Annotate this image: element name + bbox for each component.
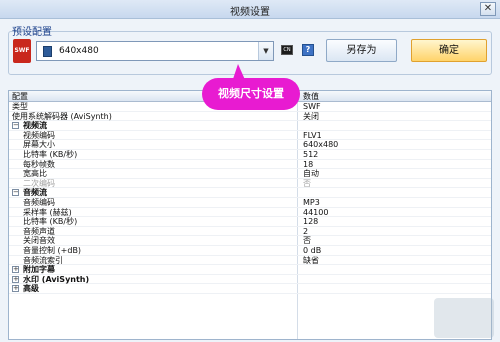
row-label: 使用系统解码器 (AviSynth) (12, 111, 112, 121)
row-value[interactable]: 128 (303, 217, 318, 226)
row-label: 宽高比 (23, 169, 47, 179)
collapse-icon[interactable]: − (12, 122, 19, 130)
grid-row[interactable]: 比特率 (KB/秒) 128 (9, 217, 491, 227)
settings-property-grid: 配置 数值 类型 SWF 使用系统解码器 (AviSynth) 关闭 − 视频流 视频编码 F… (8, 90, 492, 340)
row-value[interactable]: 18 (303, 160, 313, 169)
preset-group-label: 预设配置 (12, 27, 52, 38)
swf-file-icon: SWF (13, 39, 31, 63)
row-label: 水印 (AviSynth) (23, 274, 90, 284)
grid-row[interactable]: 音量控制 (+dB) 0 dB (9, 246, 491, 256)
collapse-icon[interactable]: − (12, 189, 19, 197)
grid-row[interactable]: 二次编码 否 (9, 179, 491, 189)
row-value[interactable]: 否 (303, 179, 311, 188)
grid-section-row[interactable]: + 附加字幕 (9, 265, 491, 275)
row-label: 采样率 (赫兹) (23, 207, 72, 217)
row-label: 高级 (23, 284, 39, 294)
command-line-icon[interactable]: CN (281, 45, 293, 55)
row-label: 音量控制 (+dB) (23, 245, 82, 255)
row-value[interactable]: 512 (303, 150, 318, 159)
grid-section-row[interactable]: + 高级 (9, 284, 491, 294)
close-button[interactable]: ✕ (480, 2, 496, 16)
preset-item-icon (43, 46, 52, 57)
row-value[interactable]: SWF (303, 102, 321, 111)
grid-section-row[interactable]: − 音频流 (9, 188, 491, 198)
grid-row[interactable]: 音频编码 MP3 (9, 198, 491, 208)
row-value[interactable]: 缺省 (303, 256, 319, 265)
row-label: 附加字幕 (23, 265, 55, 275)
annotation-callout: 视频尺寸设置 (202, 78, 300, 110)
grid-row[interactable]: 每秒帧数 18 (9, 160, 491, 170)
row-label: 屏幕大小 (23, 140, 55, 150)
row-label: 音频流索引 (23, 255, 63, 265)
chevron-down-icon[interactable]: ▼ (258, 42, 273, 60)
grid-row[interactable]: 宽高比 自动 (9, 169, 491, 179)
row-value[interactable]: FLV1 (303, 131, 322, 140)
row-label: 音频编码 (23, 197, 55, 207)
grid-row[interactable]: 使用系统解码器 (AviSynth) 关闭 (9, 112, 491, 122)
row-label: 音频声道 (23, 226, 55, 236)
title-bar: 视频设置 ✕ (0, 0, 500, 19)
row-value[interactable]: MP3 (303, 198, 320, 207)
row-label: 比特率 (KB/秒) (23, 149, 78, 159)
row-label: 视频流 (23, 121, 47, 131)
row-label: 比特率 (KB/秒) (23, 217, 78, 227)
preset-dropdown[interactable]: 640x480 ▼ (36, 41, 274, 61)
grid-row[interactable]: 屏幕大小 640x480 (9, 140, 491, 150)
help-icon[interactable]: ? (302, 44, 314, 56)
grid-row[interactable]: 音频声道 2 (9, 227, 491, 237)
row-label: 音频流 (23, 188, 47, 198)
grid-rows: 类型 SWF 使用系统解码器 (AviSynth) 关闭 − 视频流 视频编码 FLV1 屏幕大… (9, 102, 491, 294)
save-as-button[interactable]: 另存为 (326, 39, 397, 62)
ok-button[interactable]: 确定 (411, 39, 487, 62)
expand-icon[interactable]: + (12, 275, 19, 283)
watermark-logo (434, 298, 494, 338)
grid-row[interactable]: 关闭音效 否 (9, 236, 491, 246)
row-value[interactable]: 640x480 (303, 140, 338, 149)
grid-section-row[interactable]: − 视频流 (9, 121, 491, 131)
expand-icon[interactable]: + (12, 285, 19, 293)
row-value[interactable]: 0 dB (303, 246, 321, 255)
window-title: 视频设置 (230, 7, 270, 18)
row-label: 每秒帧数 (23, 159, 55, 169)
grid-row[interactable]: 音频流索引 缺省 (9, 256, 491, 266)
row-value[interactable]: 否 (303, 236, 311, 245)
grid-row[interactable]: 比特率 (KB/秒) 512 (9, 150, 491, 160)
grid-row[interactable]: 视频编码 FLV1 (9, 131, 491, 141)
row-value[interactable]: 自动 (303, 169, 319, 178)
grid-section-row[interactable]: + 水印 (AviSynth) (9, 275, 491, 285)
row-label: 关闭音效 (23, 236, 55, 246)
row-value[interactable]: 2 (303, 227, 308, 236)
expand-icon[interactable]: + (12, 266, 19, 274)
preset-selected-value: 640x480 (59, 46, 99, 56)
row-value[interactable]: 关闭 (303, 112, 319, 121)
grid-row[interactable]: 采样率 (赫兹) 44100 (9, 208, 491, 218)
row-label: 类型 (12, 102, 28, 111)
row-value[interactable]: 44100 (303, 208, 328, 217)
header-config[interactable]: 配置 (12, 91, 28, 102)
header-value[interactable]: 数值 (303, 91, 319, 102)
row-label: 二次编码 (23, 178, 55, 188)
row-label: 视频编码 (23, 130, 55, 140)
